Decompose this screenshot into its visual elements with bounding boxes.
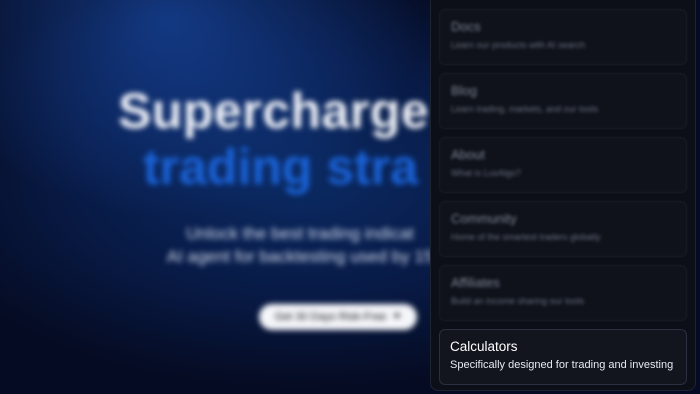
hero-subtitle-line2: AI agent for backtesting used by 15: [166, 247, 434, 266]
menu-item-blog[interactable]: Blog Learn trading, markets, and our too…: [439, 73, 687, 129]
menu-item-description: Build an income sharing our tools: [451, 296, 585, 306]
hero-subtitle-line1: Unlock the best trading indicat: [186, 224, 414, 243]
menu-item-title: Calculators: [450, 339, 518, 354]
cta-button[interactable]: Get 30 Days Risk-Free: [259, 304, 417, 330]
menu-list: Docs Learn our products with AI search B…: [439, 5, 687, 385]
menu-item-description: Home of the smartest traders globally: [451, 232, 601, 242]
menu-item-description: Learn trading, markets, and our tools: [451, 104, 599, 114]
arrow-right-icon: [392, 311, 401, 323]
menu-item-title: Blog: [451, 83, 478, 98]
page: Supercharge trading stra Unlock the best…: [0, 0, 700, 394]
menu-item-title: Docs: [451, 19, 481, 34]
hero-subtitle: Unlock the best trading indicat AI agent…: [150, 222, 450, 268]
menu-item-description: Specifically designed for trading and in…: [450, 359, 674, 371]
menu-item-title: Community: [451, 211, 517, 226]
menu-item-calculators[interactable]: Calculators Specifically designed for tr…: [439, 329, 687, 385]
menu-item-description: What is LuxAlgo?: [451, 168, 522, 178]
menu-item-title: About: [451, 147, 485, 162]
menu-item-about[interactable]: About What is LuxAlgo?: [439, 137, 687, 193]
hero-title-line2: trading stra: [143, 139, 419, 195]
menu-item-docs[interactable]: Docs Learn our products with AI search: [439, 9, 687, 65]
hero-title-line1: Supercharge: [118, 83, 430, 139]
menu-item-affiliates[interactable]: Affiliates Build an income sharing our t…: [439, 265, 687, 321]
cta-label: Get 30 Days Risk-Free: [274, 311, 387, 323]
menu-item-community[interactable]: Community Home of the smartest traders g…: [439, 201, 687, 257]
menu-item-title: Affiliates: [451, 275, 500, 290]
menu-item-description: Learn our products with AI search: [451, 40, 586, 50]
dropdown-menu: Docs Learn our products with AI search B…: [430, 0, 696, 391]
